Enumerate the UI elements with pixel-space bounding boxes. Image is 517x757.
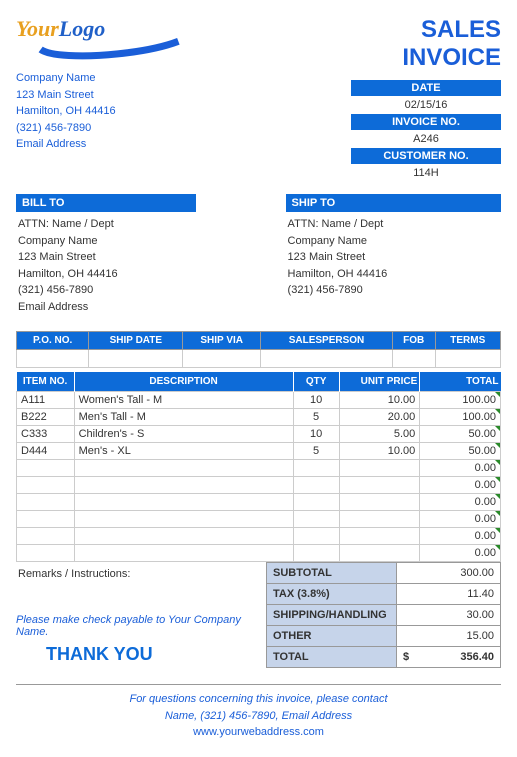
item-row: A111 Women's Tall - M 10 10.00 100.00 xyxy=(17,392,501,409)
company-city: Hamilton, OH 44416 xyxy=(16,103,196,120)
shipping-details-table: P.O. NO. SHIP DATE SHIP VIA SALESPERSON … xyxy=(16,331,501,368)
item-row-empty: 0.00 xyxy=(17,545,501,562)
bill-email: Email Address xyxy=(18,299,194,316)
thank-you: THANK YOU xyxy=(46,644,256,665)
addresses: BILL TO ATTN: Name / Dept Company Name 1… xyxy=(16,194,501,319)
bill-to-column: BILL TO ATTN: Name / Dept Company Name 1… xyxy=(16,194,196,319)
shipping-label: SHIPPING/HANDLING xyxy=(267,605,397,626)
customer-no-label: CUSTOMER NO. xyxy=(351,148,501,164)
company-info: Company Name 123 Main Street Hamilton, O… xyxy=(16,70,196,153)
item-no: A111 xyxy=(17,392,75,409)
item-row-empty: 0.00 xyxy=(17,477,501,494)
invoice-no-label: INVOICE NO. xyxy=(351,114,501,130)
bottom-left: Remarks / Instructions: Please make chec… xyxy=(16,562,266,668)
col-description: DESCRIPTION xyxy=(74,372,293,392)
invoice-no-value: A246 xyxy=(351,130,501,148)
shipping-row xyxy=(17,350,501,368)
bill-city: Hamilton, OH 44416 xyxy=(18,266,194,283)
payable-note: Please make check payable to Your Compan… xyxy=(16,614,256,638)
date-label: DATE xyxy=(351,80,501,96)
other-value: 15.00 xyxy=(397,626,501,647)
footer-line1: For questions concerning this invoice, p… xyxy=(16,691,501,708)
item-row-empty: 0.00 xyxy=(17,460,501,477)
currency-symbol: $ xyxy=(403,651,409,663)
formula-marker-icon xyxy=(495,392,500,397)
col-item-no: ITEM NO. xyxy=(17,372,75,392)
col-total: TOTAL xyxy=(420,372,501,392)
bill-street: 123 Main Street xyxy=(18,249,194,266)
company-street: 123 Main Street xyxy=(16,87,196,104)
item-row-empty: 0.00 xyxy=(17,494,501,511)
ship-to-body: ATTN: Name / Dept Company Name 123 Main … xyxy=(286,212,501,303)
item-desc: Women's Tall - M xyxy=(74,392,293,409)
date-value: 02/15/16 xyxy=(351,96,501,114)
footer-line2: Name, (321) 456-7890, Email Address xyxy=(16,708,501,725)
ship-city: Hamilton, OH 44416 xyxy=(288,266,499,283)
subtotal-label: SUBTOTAL xyxy=(267,563,397,584)
tax-label: TAX (3.8%) xyxy=(267,584,397,605)
remarks-label: Remarks / Instructions: xyxy=(16,562,256,586)
item-row: D444 Men's - XL 5 10.00 50.00 xyxy=(17,443,501,460)
shipping-value: 30.00 xyxy=(397,605,501,626)
header: YourLogo Company Name 123 Main Street Ha… xyxy=(16,16,501,182)
bill-attn: ATTN: Name / Dept xyxy=(18,216,194,233)
logo-company-area: YourLogo Company Name 123 Main Street Ha… xyxy=(16,16,196,153)
ship-to-header: SHIP TO xyxy=(286,194,501,212)
col-shipdate: SHIP DATE xyxy=(89,332,183,350)
col-salesperson: SALESPERSON xyxy=(261,332,393,350)
col-unit-price: UNIT PRICE xyxy=(339,372,420,392)
logo: YourLogo xyxy=(16,16,196,64)
company-email: Email Address xyxy=(16,136,196,153)
company-name: Company Name xyxy=(16,70,196,87)
item-row-empty: 0.00 xyxy=(17,528,501,545)
title-line2: INVOICE xyxy=(351,44,501,72)
total-value: $356.40 xyxy=(397,647,501,668)
items-table: ITEM NO. DESCRIPTION QTY UNIT PRICE TOTA… xyxy=(16,372,501,562)
invoice-title: SALES INVOICE xyxy=(351,16,501,72)
item-total: 100.00 xyxy=(420,392,501,409)
bill-phone: (321) 456-7890 xyxy=(18,282,194,299)
col-shipvia: SHIP VIA xyxy=(183,332,261,350)
total-label: TOTAL xyxy=(267,647,397,668)
company-phone: (321) 456-7890 xyxy=(16,120,196,137)
ship-name: Company Name xyxy=(288,233,499,250)
right-header: SALES INVOICE DATE 02/15/16 INVOICE NO. … xyxy=(351,16,501,182)
bill-to-body: ATTN: Name / Dept Company Name 123 Main … xyxy=(16,212,196,319)
totals-table: SUBTOTAL300.00 TAX (3.8%)11.40 SHIPPING/… xyxy=(266,562,501,668)
ship-phone: (321) 456-7890 xyxy=(288,282,499,299)
item-qty: 10 xyxy=(293,392,339,409)
footer: For questions concerning this invoice, p… xyxy=(16,684,501,741)
other-label: OTHER xyxy=(267,626,397,647)
item-row-empty: 0.00 xyxy=(17,511,501,528)
swoosh-icon xyxy=(16,16,196,66)
bill-name: Company Name xyxy=(18,233,194,250)
subtotal-value: 300.00 xyxy=(397,563,501,584)
footer-web: www.yourwebaddress.com xyxy=(16,724,501,741)
item-price: 10.00 xyxy=(339,392,420,409)
col-qty: QTY xyxy=(293,372,339,392)
ship-attn: ATTN: Name / Dept xyxy=(288,216,499,233)
col-terms: TERMS xyxy=(435,332,500,350)
meta-block: DATE 02/15/16 INVOICE NO. A246 CUSTOMER … xyxy=(351,80,501,182)
customer-no-value: 114H xyxy=(351,164,501,182)
tax-value: 11.40 xyxy=(397,584,501,605)
ship-street: 123 Main Street xyxy=(288,249,499,266)
bottom-area: Remarks / Instructions: Please make chec… xyxy=(16,562,501,668)
title-line1: SALES xyxy=(351,16,501,44)
col-fob: FOB xyxy=(392,332,435,350)
col-pono: P.O. NO. xyxy=(17,332,89,350)
item-row: B222 Men's Tall - M 5 20.00 100.00 xyxy=(17,409,501,426)
ship-to-column: SHIP TO ATTN: Name / Dept Company Name 1… xyxy=(286,194,501,319)
item-row: C333 Children's - S 10 5.00 50.00 xyxy=(17,426,501,443)
bill-to-header: BILL TO xyxy=(16,194,196,212)
